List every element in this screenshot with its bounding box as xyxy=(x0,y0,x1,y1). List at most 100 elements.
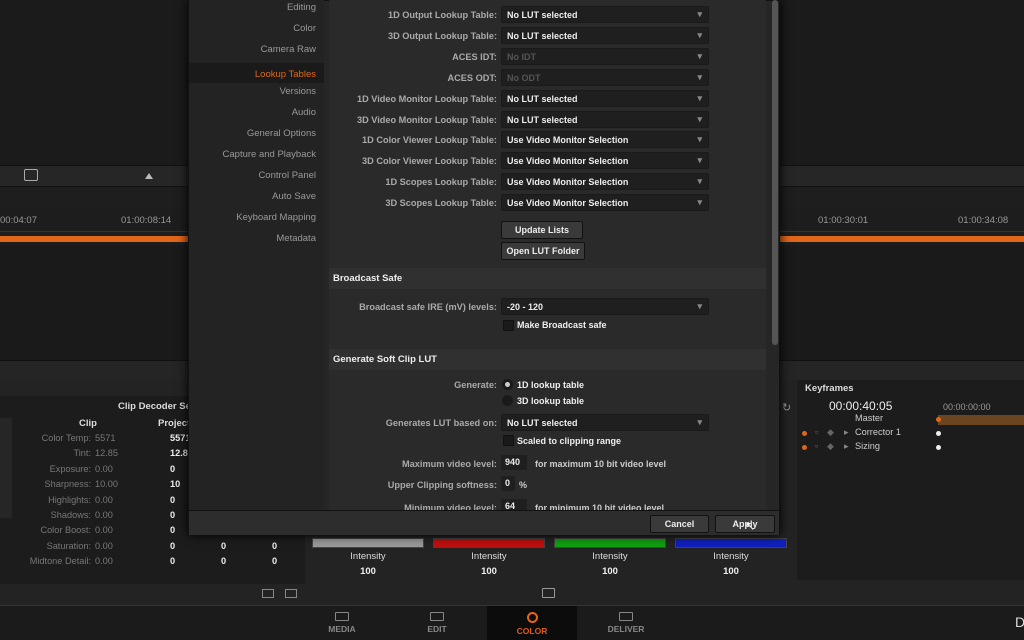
clip-decoder-clip[interactable]: 0.00 xyxy=(95,525,113,535)
nav-media[interactable]: MEDIA xyxy=(297,606,387,640)
clip-decoder-clip[interactable]: 0.00 xyxy=(95,464,113,474)
clip-decoder-project[interactable]: 0 xyxy=(170,464,190,474)
lut-row-label: ACES ODT: xyxy=(447,72,497,83)
lock-icon[interactable]: ▫ xyxy=(815,427,818,437)
intensity-value[interactable]: 100 xyxy=(671,566,791,577)
timeline-clip-left[interactable] xyxy=(0,236,190,242)
clip-decoder-c4[interactable]: 0 xyxy=(272,541,277,551)
intensity-slider[interactable] xyxy=(433,538,545,548)
clip-decoder-project[interactable]: 0 xyxy=(170,541,190,551)
enable-dot-icon[interactable] xyxy=(802,445,807,450)
min-level-input[interactable]: 64 xyxy=(501,499,527,511)
clip-decoder-c3[interactable]: 0 xyxy=(221,556,226,566)
lut-select[interactable]: Use Video Monitor Selection xyxy=(501,194,709,212)
sidebar-item-audio[interactable]: Audio xyxy=(189,107,316,118)
expand-arrow-icon[interactable]: ▸ xyxy=(844,441,849,452)
clip-decoder-project[interactable]: 0 xyxy=(170,525,190,535)
intensity-slider[interactable] xyxy=(675,538,787,548)
radio-1d[interactable] xyxy=(502,379,513,390)
sidebar-item-keyboard-mapping[interactable]: Keyboard Mapping xyxy=(189,212,316,223)
keyframe-row-master[interactable]: Master xyxy=(797,413,1024,427)
refresh-icon[interactable]: ↻ xyxy=(782,401,791,414)
nav-deliver[interactable]: DELIVER xyxy=(581,606,671,640)
clip-decoder-project[interactable]: 0 xyxy=(170,510,190,520)
upper-softness-unit: % xyxy=(519,480,528,490)
lut-select[interactable]: No LUT selected xyxy=(501,89,709,107)
clip-decoder-project[interactable]: 5571 xyxy=(170,433,190,443)
nav-edit[interactable]: EDIT xyxy=(392,606,482,640)
sidebar-item-general-options[interactable]: General Options xyxy=(189,128,316,139)
intensity-slider[interactable] xyxy=(554,538,666,548)
broadcast-ire-select[interactable]: -20 - 120 xyxy=(501,298,709,315)
keyframe-dot[interactable] xyxy=(936,431,941,436)
scaled-checkbox[interactable] xyxy=(503,435,514,446)
clip-decoder-project[interactable]: 10 xyxy=(170,479,190,489)
based-on-label: Generates LUT based on: xyxy=(385,418,497,428)
sidebar-item-auto-save[interactable]: Auto Save xyxy=(189,191,316,202)
clip-decoder-label: Saturation: xyxy=(46,540,91,551)
intensity-value[interactable]: 100 xyxy=(550,566,670,577)
expand-arrow-icon[interactable]: ▸ xyxy=(844,427,849,438)
lut-select[interactable]: Use Video Monitor Selection xyxy=(501,173,709,191)
scrollbar[interactable] xyxy=(772,0,778,345)
update-lists-button[interactable]: Update Lists xyxy=(501,221,583,239)
lut-select[interactable]: No LUT selected xyxy=(501,26,709,44)
keyframe-row-corrector[interactable]: ▫ ◆ ▸ Corrector 1 xyxy=(797,427,1024,441)
keyframe-diamond-icon[interactable]: ◆ xyxy=(827,441,834,452)
lut-select[interactable]: No LUT selected xyxy=(501,110,709,128)
enable-dot-icon[interactable] xyxy=(802,431,807,436)
camera-icon[interactable] xyxy=(24,169,38,181)
keyframe-row-sizing[interactable]: ▫ ◆ ▸ Sizing xyxy=(797,441,1024,455)
color-wheel-icon xyxy=(526,612,538,623)
clip-decoder-clip[interactable]: 10.00 xyxy=(95,479,118,489)
clip-decoder-title: Clip Decoder Set xyxy=(118,401,195,412)
lock-icon[interactable]: ▫ xyxy=(815,441,818,451)
timeline-clip-right[interactable] xyxy=(780,236,1024,242)
clip-decoder-clip[interactable]: 0.00 xyxy=(95,541,113,551)
intensity-slider[interactable] xyxy=(312,538,424,548)
clip-decoder-clip[interactable]: 0.00 xyxy=(95,495,113,505)
clip-decoder-clip[interactable]: 0.00 xyxy=(95,556,113,566)
keyframe-dot[interactable] xyxy=(936,417,941,422)
sidebar-item-lookup-tables[interactable]: Lookup Tables xyxy=(189,63,324,83)
lut-select[interactable]: Use Video Monitor Selection xyxy=(501,152,709,170)
clip-decoder-clip[interactable]: 5571 xyxy=(95,433,115,443)
clip-decoder-clip[interactable]: 0.00 xyxy=(95,510,113,520)
radio-3d[interactable] xyxy=(502,395,513,406)
keyframe-diamond-icon[interactable]: ◆ xyxy=(827,427,834,438)
based-on-select[interactable]: No LUT selected xyxy=(501,414,709,431)
lut-row-label: 1D Video Monitor Lookup Table: xyxy=(356,93,497,104)
nav-color[interactable]: COLOR xyxy=(487,606,577,640)
clip-decoder-project[interactable]: 12.85 xyxy=(170,448,193,458)
make-broadcast-safe-checkbox[interactable] xyxy=(503,320,514,331)
col-clip-header: Clip xyxy=(79,418,97,429)
sidebar-item-color[interactable]: Color xyxy=(189,23,316,34)
keyframes-start-timecode: 00:00:00:00 xyxy=(943,402,991,412)
intensity-value[interactable]: 100 xyxy=(308,566,428,577)
sidebar-item-editing[interactable]: Editing xyxy=(189,2,316,13)
clip-decoder-project[interactable]: 0 xyxy=(170,495,190,505)
camera-icon[interactable] xyxy=(542,588,555,598)
clip-decoder-c3[interactable]: 0 xyxy=(221,541,226,551)
keyframe-dot[interactable] xyxy=(936,445,941,450)
lut-select[interactable]: Use Video Monitor Selection xyxy=(501,131,709,149)
max-level-input[interactable]: 940 xyxy=(501,455,527,470)
upper-softness-input[interactable]: 0 xyxy=(501,476,515,491)
clip-decoder-c4[interactable]: 0 xyxy=(272,556,277,566)
clip-decoder-clip[interactable]: 12.85 xyxy=(95,448,118,458)
copy-icon[interactable] xyxy=(262,589,274,598)
open-lut-folder-button[interactable]: Open LUT Folder xyxy=(501,242,585,260)
sidebar-item-capture-and-playback[interactable]: Capture and Playback xyxy=(189,149,316,160)
cancel-button[interactable]: Cancel xyxy=(650,515,709,533)
intensity-value[interactable]: 100 xyxy=(429,566,549,577)
select-value: -20 - 120 xyxy=(507,302,544,312)
select-value: No IDT xyxy=(507,51,536,62)
lut-select[interactable]: No LUT selected xyxy=(501,6,709,23)
sidebar-item-control-panel[interactable]: Control Panel xyxy=(189,170,316,181)
sidebar-item-metadata[interactable]: Metadata xyxy=(189,233,316,244)
sidebar-item-versions[interactable]: Versions xyxy=(189,86,316,97)
playhead-marker-icon[interactable] xyxy=(145,173,153,179)
paste-icon[interactable] xyxy=(285,589,297,598)
sidebar-item-camera-raw[interactable]: Camera Raw xyxy=(189,44,316,55)
clip-decoder-project[interactable]: 0 xyxy=(170,556,190,566)
